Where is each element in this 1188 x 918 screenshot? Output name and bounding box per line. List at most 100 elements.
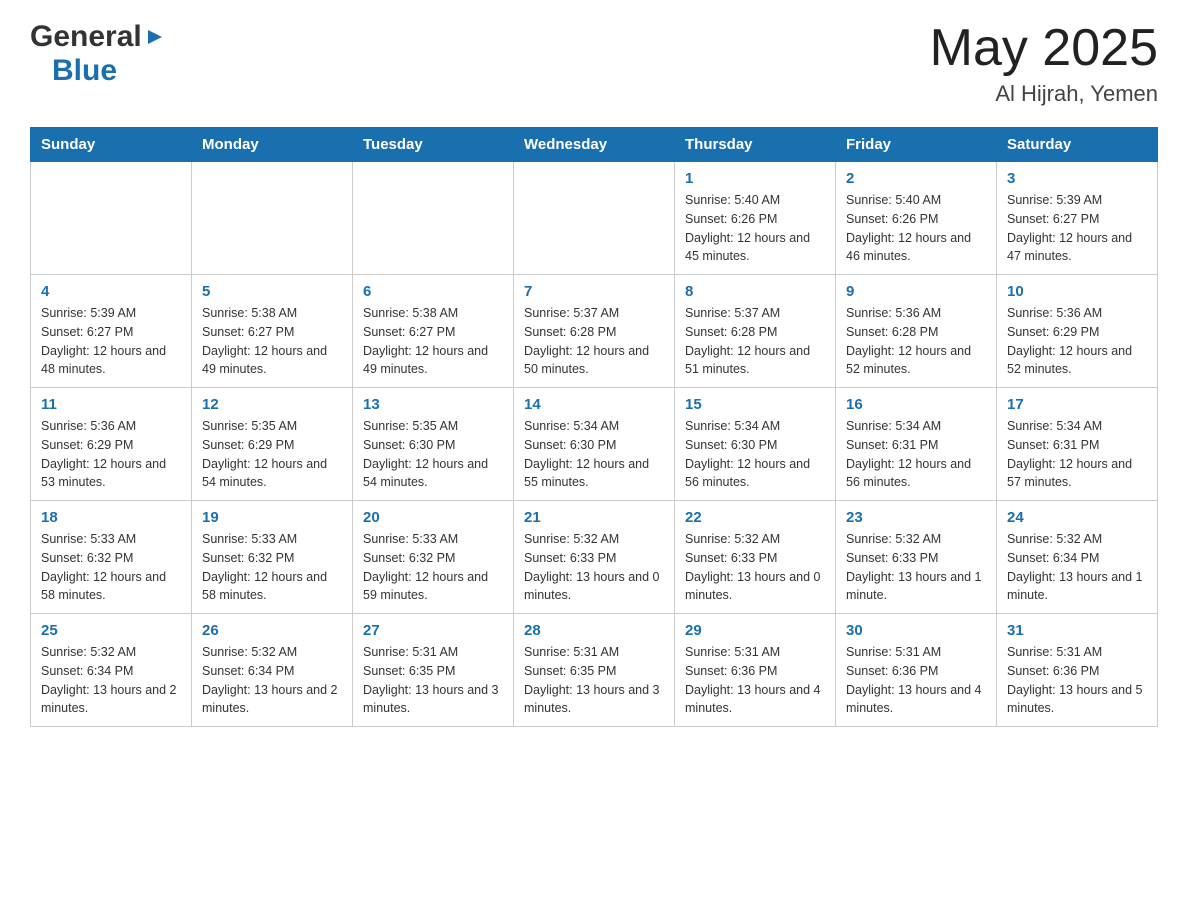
calendar-week-1: 1Sunrise: 5:40 AM Sunset: 6:26 PM Daylig… [31,162,1158,275]
page-header: General Blue May 2025 Al Hijrah, Yemen [30,20,1158,107]
day-number: 27 [363,622,503,639]
calendar-week-5: 25 Sunrise: 5:32 AM Sunset: 6:34 PM Dayli… [31,614,1158,727]
calendar-cell: 25 Sunrise: 5:32 AM Sunset: 6:34 PM Dayli… [31,614,192,727]
day-info: Sunrise: 5:31 AM Sunset: 6:36 PM Dayligh… [685,643,825,718]
day-info: Sunrise: 5:33 AM Sunset: 6:32 PM Dayligh… [363,530,503,605]
weekday-header-thursday: Thursday [675,128,836,162]
calendar-cell: 22 Sunrise: 5:32 AM Sunset: 6:33 PM Dayli… [675,501,836,614]
calendar-cell [192,162,353,275]
calendar-cell [353,162,514,275]
calendar-cell: 5 Sunrise: 5:38 AM Sunset: 6:27 PM Daylig… [192,275,353,388]
calendar-cell: 31 Sunrise: 5:31 AM Sunset: 6:36 PM Dayli… [997,614,1158,727]
logo-arrow-icon [144,26,166,48]
weekday-header-wednesday: Wednesday [514,128,675,162]
weekday-header-sunday: Sunday [31,128,192,162]
day-info: Sunrise: 5:34 AM Sunset: 6:31 PM Dayligh… [1007,417,1147,492]
day-info: Sunrise: 5:33 AM Sunset: 6:32 PM Dayligh… [41,530,181,605]
day-number: 16 [846,396,986,413]
day-info: Sunrise: 5:36 AM Sunset: 6:28 PM Dayligh… [846,304,986,379]
calendar-cell: 19 Sunrise: 5:33 AM Sunset: 6:32 PM Dayli… [192,501,353,614]
calendar-cell: 1Sunrise: 5:40 AM Sunset: 6:26 PM Daylig… [675,162,836,275]
calendar-cell: 20 Sunrise: 5:33 AM Sunset: 6:32 PM Dayli… [353,501,514,614]
day-number: 31 [1007,622,1147,639]
day-number: 28 [524,622,664,639]
calendar-cell: 28 Sunrise: 5:31 AM Sunset: 6:35 PM Dayli… [514,614,675,727]
day-info: Sunrise: 5:36 AM Sunset: 6:29 PM Dayligh… [41,417,181,492]
day-number: 10 [1007,283,1147,300]
calendar-week-4: 18 Sunrise: 5:33 AM Sunset: 6:32 PM Dayli… [31,501,1158,614]
day-number: 22 [685,509,825,526]
calendar-cell [31,162,192,275]
day-info: Sunrise: 5:32 AM Sunset: 6:33 PM Dayligh… [685,530,825,605]
day-info: Sunrise: 5:32 AM Sunset: 6:34 PM Dayligh… [1007,530,1147,605]
day-number: 23 [846,509,986,526]
day-number: 3 [1007,170,1147,187]
logo-blue-text: Blue [30,54,117,88]
calendar-cell: 13 Sunrise: 5:35 AM Sunset: 6:30 PM Dayli… [353,388,514,501]
day-number: 2 [846,170,986,187]
day-number: 30 [846,622,986,639]
day-info: Sunrise: 5:37 AM Sunset: 6:28 PM Dayligh… [524,304,664,379]
day-info: Sunrise: 5:38 AM Sunset: 6:27 PM Dayligh… [202,304,342,379]
weekday-header-monday: Monday [192,128,353,162]
day-info: Sunrise: 5:34 AM Sunset: 6:30 PM Dayligh… [685,417,825,492]
day-number: 15 [685,396,825,413]
day-info: Sunrise: 5:32 AM Sunset: 6:34 PM Dayligh… [41,643,181,718]
weekday-header-friday: Friday [836,128,997,162]
day-info: Sunrise: 5:32 AM Sunset: 6:33 PM Dayligh… [524,530,664,605]
day-info: Sunrise: 5:31 AM Sunset: 6:36 PM Dayligh… [846,643,986,718]
calendar-cell: 2Sunrise: 5:40 AM Sunset: 6:26 PM Daylig… [836,162,997,275]
calendar-cell: 27 Sunrise: 5:31 AM Sunset: 6:35 PM Dayli… [353,614,514,727]
day-info: Sunrise: 5:32 AM Sunset: 6:33 PM Dayligh… [846,530,986,605]
weekday-header-row: SundayMondayTuesdayWednesdayThursdayFrid… [31,128,1158,162]
calendar-week-2: 4 Sunrise: 5:39 AM Sunset: 6:27 PM Daylig… [31,275,1158,388]
calendar-cell: 10 Sunrise: 5:36 AM Sunset: 6:29 PM Dayli… [997,275,1158,388]
day-number: 24 [1007,509,1147,526]
calendar-body: 1Sunrise: 5:40 AM Sunset: 6:26 PM Daylig… [31,162,1158,727]
day-number: 6 [363,283,503,300]
day-number: 19 [202,509,342,526]
day-number: 4 [41,283,181,300]
calendar-table: SundayMondayTuesdayWednesdayThursdayFrid… [30,127,1158,727]
day-info: Sunrise: 5:34 AM Sunset: 6:31 PM Dayligh… [846,417,986,492]
calendar-cell [514,162,675,275]
day-info: Sunrise: 5:35 AM Sunset: 6:29 PM Dayligh… [202,417,342,492]
day-number: 9 [846,283,986,300]
day-info: Sunrise: 5:33 AM Sunset: 6:32 PM Dayligh… [202,530,342,605]
day-info: Sunrise: 5:34 AM Sunset: 6:30 PM Dayligh… [524,417,664,492]
day-info: Sunrise: 5:31 AM Sunset: 6:35 PM Dayligh… [524,643,664,718]
day-number: 17 [1007,396,1147,413]
calendar-cell: 15 Sunrise: 5:34 AM Sunset: 6:30 PM Dayli… [675,388,836,501]
day-info: Sunrise: 5:40 AM Sunset: 6:26 PM Dayligh… [685,191,825,266]
logo: General Blue [30,20,166,88]
calendar-cell: 12Sunrise: 5:35 AM Sunset: 6:29 PM Dayli… [192,388,353,501]
day-number: 13 [363,396,503,413]
calendar-cell: 21Sunrise: 5:32 AM Sunset: 6:33 PM Dayli… [514,501,675,614]
calendar-header: SundayMondayTuesdayWednesdayThursdayFrid… [31,128,1158,162]
day-info: Sunrise: 5:36 AM Sunset: 6:29 PM Dayligh… [1007,304,1147,379]
calendar-cell: 7Sunrise: 5:37 AM Sunset: 6:28 PM Daylig… [514,275,675,388]
day-number: 25 [41,622,181,639]
calendar-cell: 18 Sunrise: 5:33 AM Sunset: 6:32 PM Dayli… [31,501,192,614]
calendar-cell: 9 Sunrise: 5:36 AM Sunset: 6:28 PM Daylig… [836,275,997,388]
day-number: 29 [685,622,825,639]
day-number: 11 [41,396,181,413]
weekday-header-saturday: Saturday [997,128,1158,162]
weekday-header-tuesday: Tuesday [353,128,514,162]
calendar-cell: 24 Sunrise: 5:32 AM Sunset: 6:34 PM Dayli… [997,501,1158,614]
location-subtitle: Al Hijrah, Yemen [930,81,1158,107]
day-number: 5 [202,283,342,300]
calendar-week-3: 11 Sunrise: 5:36 AM Sunset: 6:29 PM Dayli… [31,388,1158,501]
calendar-cell: 3Sunrise: 5:39 AM Sunset: 6:27 PM Daylig… [997,162,1158,275]
day-info: Sunrise: 5:31 AM Sunset: 6:35 PM Dayligh… [363,643,503,718]
day-info: Sunrise: 5:39 AM Sunset: 6:27 PM Dayligh… [41,304,181,379]
calendar-cell: 23 Sunrise: 5:32 AM Sunset: 6:33 PM Dayli… [836,501,997,614]
day-number: 20 [363,509,503,526]
day-info: Sunrise: 5:32 AM Sunset: 6:34 PM Dayligh… [202,643,342,718]
month-year-title: May 2025 [930,20,1158,77]
day-info: Sunrise: 5:31 AM Sunset: 6:36 PM Dayligh… [1007,643,1147,718]
calendar-cell: 29 Sunrise: 5:31 AM Sunset: 6:36 PM Dayli… [675,614,836,727]
day-number: 18 [41,509,181,526]
day-info: Sunrise: 5:35 AM Sunset: 6:30 PM Dayligh… [363,417,503,492]
day-number: 26 [202,622,342,639]
